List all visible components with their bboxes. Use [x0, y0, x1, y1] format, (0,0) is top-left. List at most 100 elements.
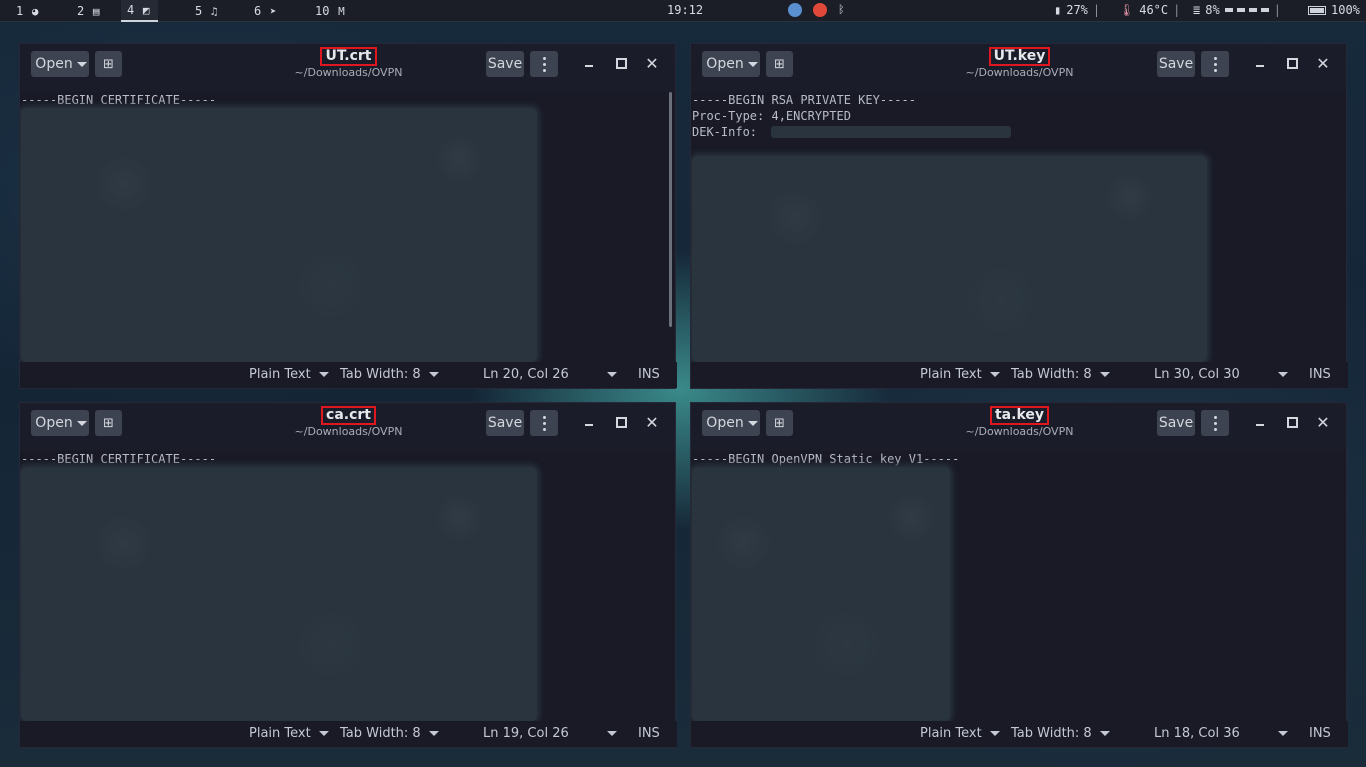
save-button[interactable]: Save	[486, 51, 524, 77]
redacted-region	[692, 467, 950, 721]
editor-icon: ◩	[142, 3, 150, 17]
insert-mode: INS	[638, 367, 660, 382]
mail-icon: M	[338, 4, 345, 18]
workspace-10[interactable]: 10 M	[315, 0, 347, 22]
status-bar: Plain Text Tab Width: 8 Ln 20, Col 26 IN…	[20, 362, 677, 388]
document-icon: ▤	[92, 4, 100, 18]
language-selector[interactable]: Plain Text	[249, 367, 329, 382]
menu-button[interactable]	[1201, 410, 1229, 436]
workspace-number: 10	[315, 4, 330, 18]
window-title: ta.key	[691, 406, 1348, 425]
temperature-value: 46°C	[1139, 3, 1169, 17]
tab-width-selector[interactable]: Tab Width: 8	[1011, 726, 1110, 741]
tab-width-selector[interactable]: Tab Width: 8	[340, 367, 439, 382]
tab-width-selector[interactable]: Tab Width: 8	[340, 726, 439, 741]
maximize-button[interactable]	[1285, 415, 1299, 429]
minimize-button[interactable]	[582, 415, 596, 429]
memory-bars	[1224, 8, 1269, 12]
text-view[interactable]: -----BEGIN CERTIFICATE-----	[20, 451, 677, 723]
text-view[interactable]: -----BEGIN CERTIFICATE-----	[20, 92, 677, 364]
redacted-region	[21, 108, 537, 362]
cursor-position[interactable]: Ln 30, Col 30	[1154, 367, 1288, 382]
bluetooth-icon[interactable]: ᛒ	[838, 3, 848, 17]
workspace-number: 2	[77, 4, 85, 18]
redacted-region	[21, 467, 537, 721]
window-subtitle: ~/Downloads/OVPN	[965, 425, 1074, 438]
memory-value: 8%	[1205, 3, 1220, 17]
close-button[interactable]: ✕	[1316, 54, 1330, 73]
text-view[interactable]: -----BEGIN OpenVPN Static key V1-----	[691, 451, 1348, 723]
language-selector[interactable]: Plain Text	[249, 726, 329, 741]
header-bar: Open ⊞ UT.key ~/Downloads/OVPN Save ✕	[691, 44, 1346, 92]
battery-indicator: 100%	[1308, 3, 1360, 17]
save-button[interactable]: Save	[1157, 51, 1195, 77]
close-button[interactable]: ✕	[645, 54, 659, 73]
save-button[interactable]: Save	[486, 410, 524, 436]
window-title: UT.key	[691, 47, 1348, 66]
language-selector[interactable]: Plain Text	[920, 726, 1000, 741]
chevron-down-icon	[606, 731, 617, 736]
telegram-icon: ➤	[269, 4, 277, 18]
editor-window-ca-crt: Open ⊞ ca.crt ~/Downloads/OVPN Save ✕ --…	[19, 402, 677, 748]
clock[interactable]: 19:12	[667, 3, 703, 17]
window-title: UT.crt	[20, 47, 677, 66]
redacted-region	[692, 156, 1207, 362]
tray-app-icon[interactable]	[788, 3, 802, 17]
code-line: Proc-Type: 4,ENCRYPTED	[692, 109, 851, 123]
chevron-down-icon	[1099, 372, 1110, 377]
menu-button[interactable]	[530, 410, 558, 436]
window-subtitle: ~/Downloads/OVPN	[294, 66, 403, 79]
scrollbar[interactable]	[669, 92, 672, 327]
code-line: -----BEGIN RSA PRIVATE KEY-----	[692, 93, 916, 107]
cursor-position[interactable]: Ln 20, Col 26	[483, 367, 617, 382]
status-bar: Plain Text Tab Width: 8 Ln 18, Col 36 IN…	[691, 721, 1348, 747]
cursor-position[interactable]: Ln 18, Col 36	[1154, 726, 1288, 741]
workspace-5[interactable]: 5 ♫	[195, 0, 220, 22]
insert-mode: INS	[1309, 367, 1331, 382]
close-button[interactable]: ✕	[645, 413, 659, 432]
window-subtitle: ~/Downloads/OVPN	[965, 66, 1074, 79]
workspace-1[interactable]: 1 ◕	[16, 0, 41, 22]
language-selector[interactable]: Plain Text	[920, 367, 1000, 382]
minimize-button[interactable]	[1253, 415, 1267, 429]
code-line: -----BEGIN CERTIFICATE-----	[21, 452, 217, 466]
maximize-button[interactable]	[1285, 56, 1299, 70]
editor-window-ta-key: Open ⊞ ta.key ~/Downloads/OVPN Save ✕ --…	[690, 402, 1348, 748]
minimize-button[interactable]	[582, 56, 596, 70]
save-button[interactable]: Save	[1157, 410, 1195, 436]
code-line: -----BEGIN CERTIFICATE-----	[21, 93, 217, 107]
battery-value: 100%	[1331, 3, 1360, 17]
editor-window-ut-key: Open ⊞ UT.key ~/Downloads/OVPN Save ✕ --…	[690, 43, 1348, 389]
menu-button[interactable]	[530, 51, 558, 77]
chevron-down-icon	[989, 731, 1000, 736]
chevron-down-icon	[1277, 731, 1288, 736]
menu-button[interactable]	[1201, 51, 1229, 77]
cursor-position[interactable]: Ln 19, Col 26	[483, 726, 617, 741]
temperature-indicator: 🌡 46°C |	[1119, 3, 1181, 17]
maximize-button[interactable]	[614, 415, 628, 429]
close-button[interactable]: ✕	[1316, 413, 1330, 432]
minimize-button[interactable]	[1253, 56, 1267, 70]
header-bar: Open ⊞ ta.key ~/Downloads/OVPN Save ✕	[691, 403, 1346, 451]
header-bar: Open ⊞ UT.crt ~/Downloads/OVPN Save ✕	[20, 44, 675, 92]
workspace-4[interactable]: 4 ◩	[121, 0, 159, 22]
redacted-region	[771, 126, 1011, 138]
chevron-down-icon	[989, 372, 1000, 377]
workspace-2[interactable]: 2 ▤	[77, 0, 102, 22]
workspace-number: 1	[16, 4, 24, 18]
text-view[interactable]: -----BEGIN RSA PRIVATE KEY----- Proc-Typ…	[691, 92, 1348, 364]
workspace-6[interactable]: 6 ➤	[254, 0, 279, 22]
chevron-down-icon	[606, 372, 617, 377]
workspace-number: 5	[195, 4, 203, 18]
tab-width-selector[interactable]: Tab Width: 8	[1011, 367, 1110, 382]
maximize-button[interactable]	[614, 56, 628, 70]
firefox-icon: ◕	[31, 4, 39, 18]
header-bar: Open ⊞ ca.crt ~/Downloads/OVPN Save ✕	[20, 403, 675, 451]
flame-icon[interactable]	[813, 3, 827, 17]
chevron-down-icon	[318, 372, 329, 377]
chevron-down-icon	[318, 731, 329, 736]
chevron-down-icon	[1099, 731, 1110, 736]
insert-mode: INS	[638, 726, 660, 741]
music-icon: ♫	[210, 4, 218, 18]
cpu-value: 27%	[1066, 3, 1088, 17]
